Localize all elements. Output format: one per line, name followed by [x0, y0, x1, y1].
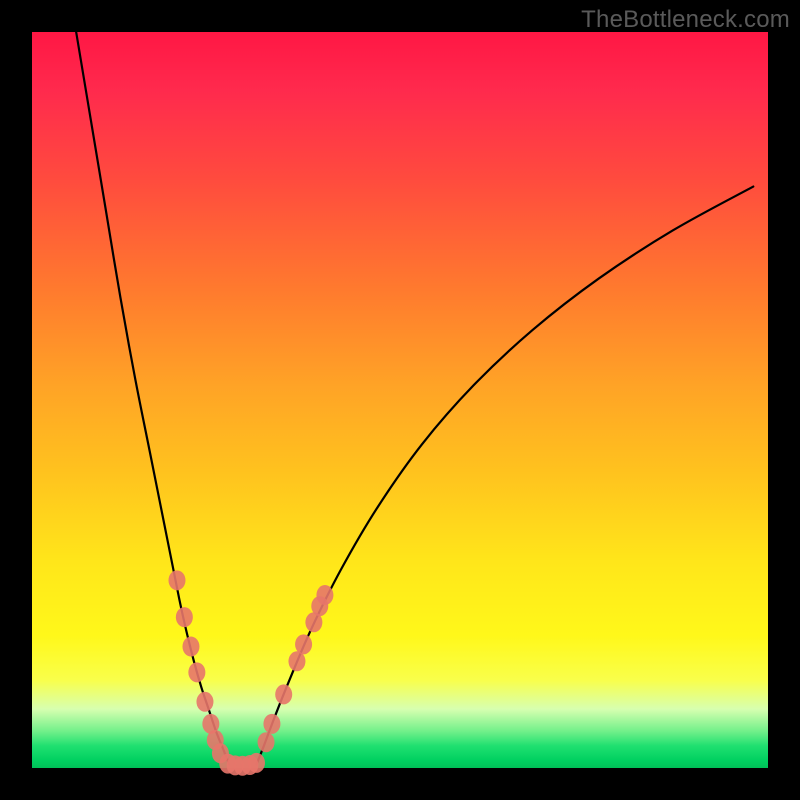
curve-left-curve — [76, 32, 229, 764]
watermark-text: TheBottleneck.com — [581, 6, 790, 34]
curve-overlay — [32, 32, 768, 768]
marker-dot — [207, 730, 224, 750]
marker-dot — [227, 755, 244, 775]
marker-dot — [305, 612, 322, 632]
marker-dot — [258, 732, 275, 752]
plot-area — [32, 32, 768, 768]
chart-frame: TheBottleneck.com — [0, 0, 800, 800]
marker-dot — [311, 596, 328, 616]
marker-dot — [248, 753, 265, 773]
marker-dot — [295, 634, 312, 654]
marker-dot — [263, 714, 280, 734]
marker-dot — [202, 714, 219, 734]
marker-dot — [234, 756, 251, 776]
curve-right-curve — [256, 187, 753, 765]
marker-dot — [212, 743, 229, 763]
marker-dot — [316, 585, 333, 605]
marker-dot — [275, 684, 292, 704]
marker-dot — [241, 755, 258, 775]
marker-dot — [219, 754, 236, 774]
marker-dot — [188, 662, 205, 682]
marker-dot — [176, 607, 193, 627]
marker-dot — [182, 637, 199, 657]
marker-dot — [288, 651, 305, 671]
marker-dot — [168, 570, 185, 590]
marker-dot — [196, 692, 213, 712]
